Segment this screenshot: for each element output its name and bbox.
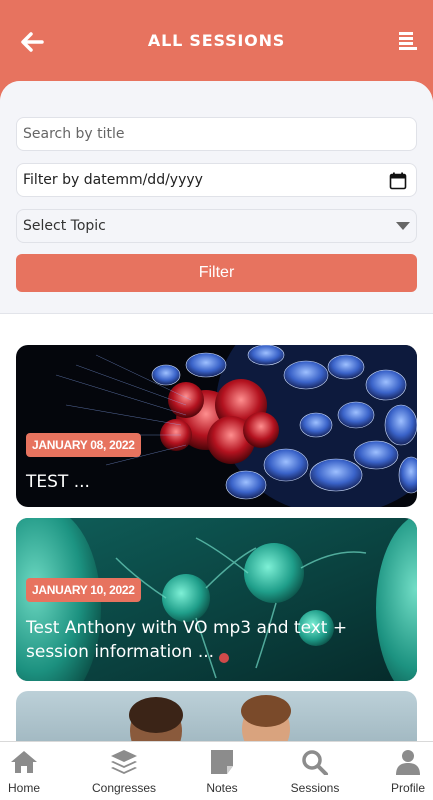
divider [0, 313, 433, 314]
search-input[interactable]: Search by title [16, 117, 417, 151]
note-icon [211, 750, 233, 774]
session-date-badge: JANUARY 08, 2022 [26, 433, 141, 457]
session-image-children-photo [16, 691, 417, 741]
tab-home[interactable]: Home [0, 742, 48, 800]
sessions-panel: Search by title Filter by date mm/dd/yyyy… [0, 81, 433, 741]
session-card[interactable]: JANUARY 08, 2022 TEST ... [16, 345, 417, 507]
topic-select[interactable]: Select Topic [16, 209, 417, 243]
tab-congresses-label: Congresses [91, 781, 157, 795]
tab-notes-label: Notes [206, 781, 238, 795]
filter-section: Search by title Filter by date mm/dd/yyyy… [0, 81, 433, 313]
caret-down-icon [396, 222, 410, 230]
list-menu-icon[interactable] [395, 28, 423, 56]
tab-profile[interactable]: Profile [384, 742, 432, 800]
tab-sessions-label: Sessions [290, 781, 340, 795]
session-card[interactable]: JANUARY 10, 2022 Test Anthony with VO mp… [16, 518, 417, 681]
page-title: ALL SESSIONS [147, 31, 286, 50]
layers-icon [111, 750, 137, 774]
topic-select-value: Select Topic [23, 218, 106, 234]
user-icon [396, 750, 420, 775]
tab-profile-label: Profile [390, 781, 425, 795]
date-filter-input[interactable]: Filter by date mm/dd/yyyy [16, 163, 417, 197]
filter-button[interactable]: Filter [16, 254, 417, 292]
date-filter-label: Filter by date [23, 172, 116, 188]
date-filter-value: mm/dd/yyyy [115, 172, 203, 188]
session-card[interactable] [16, 691, 417, 741]
calendar-icon[interactable] [389, 172, 407, 190]
tab-notes[interactable]: Notes [198, 742, 246, 800]
session-date-badge: JANUARY 10, 2022 [26, 578, 141, 602]
tab-home-label: Home [7, 781, 40, 795]
search-placeholder: Search by title [23, 126, 125, 142]
home-icon [11, 751, 37, 773]
bottom-tab-bar: Home Congresses Notes Sessions Profile [0, 741, 433, 800]
session-title: Test Anthony with VO mp3 and text + sess… [26, 618, 348, 662]
session-title: TEST ... [26, 472, 90, 492]
tab-sessions[interactable]: Sessions [284, 742, 346, 800]
tab-congresses[interactable]: Congresses [86, 742, 162, 800]
search-icon [302, 750, 328, 775]
